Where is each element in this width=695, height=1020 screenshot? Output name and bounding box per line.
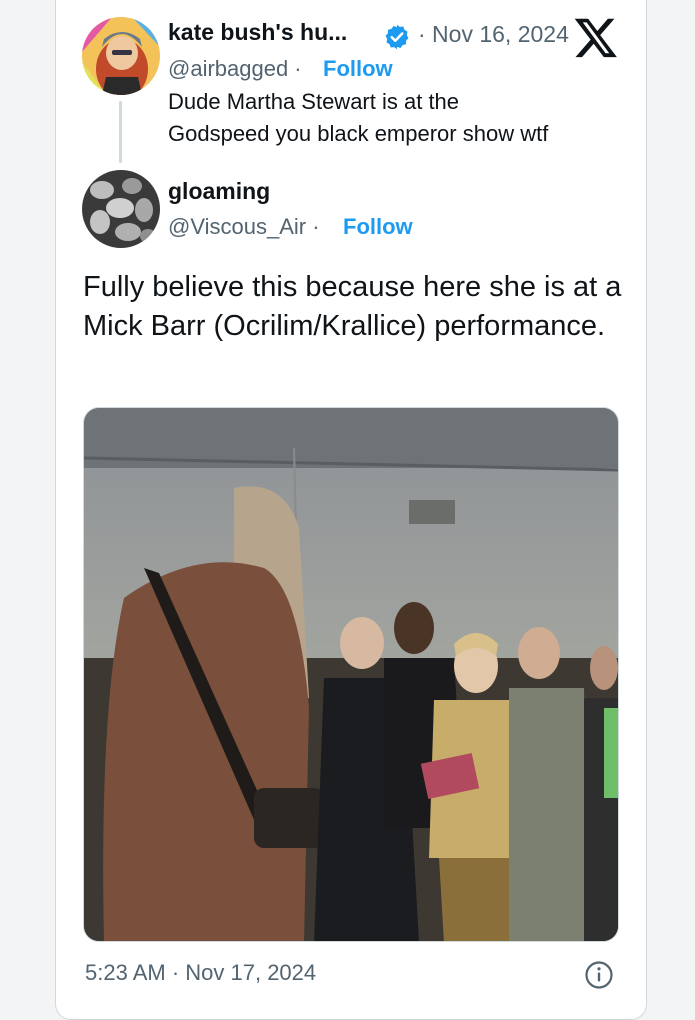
- parent-follow-button[interactable]: Follow: [323, 56, 393, 82]
- reply-display-name[interactable]: gloaming: [168, 178, 270, 205]
- parent-text-line-2: Godspeed you black emperor show wtf: [168, 121, 549, 146]
- parent-display-name[interactable]: kate bush's hu...: [168, 19, 347, 46]
- reply-text: Fully believe this because here she is a…: [83, 271, 622, 342]
- reply-handle[interactable]: @Viscous_Air ·: [168, 214, 320, 240]
- reply-avatar[interactable]: [82, 170, 160, 248]
- info-icon[interactable]: [584, 960, 614, 990]
- verified-badge-icon: [383, 23, 411, 51]
- reply-timestamp[interactable]: 5:23 AM · Nov 17, 2024: [85, 960, 316, 986]
- x-logo-icon[interactable]: [573, 14, 619, 60]
- parent-avatar[interactable]: [82, 17, 160, 95]
- parent-handle[interactable]: @airbagged ·: [168, 56, 302, 82]
- tweet-photo[interactable]: [83, 407, 619, 942]
- thread-connector-line: [119, 101, 122, 163]
- reply-follow-button[interactable]: Follow: [343, 214, 413, 240]
- parent-date[interactable]: · Nov 16, 2024: [418, 21, 569, 48]
- parent-text-line-1: Dude Martha Stewart is at the: [168, 89, 460, 114]
